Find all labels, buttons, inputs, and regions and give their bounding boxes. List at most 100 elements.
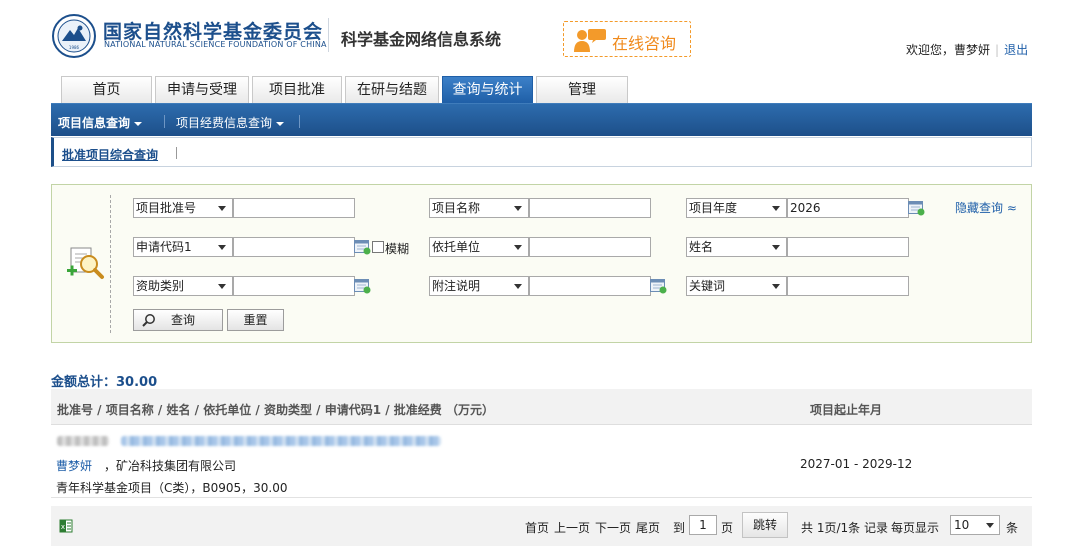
excel-export-icon[interactable]: x — [59, 519, 73, 533]
chevron-down-icon — [514, 245, 522, 250]
logout-link[interactable]: 退出 — [1004, 43, 1028, 57]
field-select-remark[interactable]: 附注说明 — [429, 276, 529, 296]
field-select-label: 姓名 — [689, 240, 714, 254]
chevron-down-icon — [134, 121, 143, 126]
magnifier-icon — [142, 314, 155, 327]
nav-divider — [299, 115, 300, 128]
remark-input[interactable] — [529, 276, 651, 296]
field-select-label: 附注说明 — [432, 279, 481, 293]
project-year-input[interactable]: 2026 — [787, 198, 909, 218]
chevron-down-icon — [514, 206, 522, 211]
table-row: 曹梦妍 ，矿冶科技集团有限公司 青年科学基金项目（C类），B0905，30.00… — [51, 426, 1032, 498]
person-name-link[interactable]: 曹梦妍 — [56, 457, 92, 474]
chevron-down-icon — [772, 284, 780, 289]
tab-approval[interactable]: 项目批准 — [252, 76, 342, 103]
nav-funding-info-query[interactable]: 项目经费信息查询 — [176, 114, 285, 131]
hide-query-toggle[interactable]: 隐藏查询 ≈ — [955, 199, 1017, 216]
tab-home[interactable]: 首页 — [61, 76, 152, 103]
redacted-project-name[interactable] — [121, 436, 441, 446]
page-unit-label: 页 — [721, 521, 734, 535]
first-page-link[interactable]: 首页 — [525, 519, 549, 536]
online-consult-button[interactable]: 在线咨询 — [563, 21, 691, 57]
chevron-down-icon — [772, 206, 780, 211]
search-button[interactable]: 查询 — [133, 309, 223, 331]
field-select-keyword[interactable]: 关键词 — [686, 276, 787, 296]
nav-divider — [164, 115, 165, 128]
per-page-value: 10 — [954, 518, 970, 532]
field-select-project-name[interactable]: 项目名称 — [429, 198, 529, 218]
fuzzy-checkbox[interactable] — [372, 241, 384, 253]
search-icon — [67, 247, 104, 279]
per-page-label: 每页显示 — [891, 521, 940, 535]
field-select-label: 项目批准号 — [136, 201, 197, 215]
welcome-separator: | — [995, 43, 1000, 57]
nsfc-logo: 1986 — [52, 14, 96, 58]
tab-application[interactable]: 申请与受理 — [155, 76, 249, 103]
sub-menu-bar: 批准项目综合查询 — [51, 137, 1032, 167]
page-root: 1986 国家自然科学基金委员会 NATIONAL NATURAL SCIENC… — [0, 0, 1068, 549]
apply-code-input[interactable] — [233, 237, 355, 257]
field-select-label: 资助类别 — [136, 279, 185, 293]
reset-button[interactable]: 重置 — [227, 309, 284, 331]
results-header-columns: 批准号 / 项目名称 / 姓名 / 依托单位 / 资助类型 / 申请代码1 / … — [57, 403, 494, 417]
fuzzy-label: 模糊 — [385, 242, 410, 256]
name-input[interactable] — [787, 237, 909, 257]
next-page-link[interactable]: 下一页 — [595, 519, 631, 536]
sub-menu-divider — [176, 147, 177, 159]
jump-button[interactable]: 跳转 — [742, 512, 788, 538]
results-header: 批准号 / 项目名称 / 姓名 / 依托单位 / 资助类型 / 申请代码1 / … — [51, 389, 1032, 425]
chevron-down-icon — [514, 284, 522, 289]
funding-type-input[interactable] — [233, 276, 355, 296]
field-select-label: 项目年度 — [689, 201, 738, 215]
institution-text: ，矿冶科技集团有限公司 — [104, 459, 237, 473]
nav-funding-info-label: 项目经费信息查询 — [176, 116, 273, 130]
field-select-funding-type[interactable]: 资助类别 — [133, 276, 233, 296]
tab-query-statistics[interactable]: 查询与统计 — [442, 76, 533, 103]
keyword-input[interactable] — [787, 276, 909, 296]
per-page-unit: 条 — [1006, 521, 1019, 535]
institution-input[interactable] — [529, 237, 651, 257]
page-summary: 共 1页/1条 记录 — [801, 521, 888, 535]
tab-manage[interactable]: 管理 — [536, 76, 628, 103]
calendar-icon[interactable] — [908, 200, 925, 216]
per-page-select[interactable]: 10 — [950, 515, 1000, 535]
goto-label: 到 — [673, 521, 686, 535]
query-panel-divider — [110, 195, 111, 333]
search-button-label: 查询 — [171, 313, 196, 327]
field-select-apply-code[interactable]: 申请代码1 — [133, 237, 233, 257]
nav-project-info-label: 项目信息查询 — [58, 116, 131, 130]
sub-navbar: 项目信息查询 项目经费信息查询 — [51, 103, 1032, 136]
lookup-icon[interactable] — [354, 278, 371, 294]
field-select-name[interactable]: 姓名 — [686, 237, 787, 257]
approved-project-query-link[interactable]: 批准项目综合查询 — [62, 146, 158, 163]
consult-icon — [574, 29, 606, 52]
funding-info-text: 青年科学基金项目（C类），B0905，30.00 — [56, 481, 288, 495]
last-page-link[interactable]: 尾页 — [636, 519, 660, 536]
chevron-down-icon — [772, 245, 780, 250]
prev-page-link[interactable]: 上一页 — [554, 519, 590, 536]
approval-no-input[interactable] — [233, 198, 355, 218]
tab-in-progress[interactable]: 在研与结题 — [345, 76, 439, 103]
field-select-project-year[interactable]: 项目年度 — [686, 198, 787, 218]
field-select-label: 关键词 — [689, 279, 726, 293]
chevron-down-icon — [276, 121, 285, 126]
field-select-label: 依托单位 — [432, 240, 481, 254]
welcome-area: 欢迎您，曹梦妍 | 退出 — [906, 41, 1028, 58]
header: 1986 国家自然科学基金委员会 NATIONAL NATURAL SCIENC… — [0, 0, 1068, 70]
lookup-icon[interactable] — [650, 278, 667, 294]
svg-text:x: x — [61, 523, 65, 531]
page-number-input[interactable]: 1 — [689, 515, 717, 535]
system-title: 科学基金网络信息系统 — [341, 30, 502, 49]
field-select-approval-no[interactable]: 项目批准号 — [133, 198, 233, 218]
org-name-english: NATIONAL NATURAL SCIENCE FOUNDATION OF C… — [104, 40, 327, 49]
consult-label: 在线咨询 — [612, 34, 677, 53]
header-divider — [328, 18, 329, 52]
project-period: 2027-01 - 2029-12 — [800, 457, 913, 471]
total-amount: 金额总计：30.00 — [51, 375, 158, 390]
project-name-input[interactable] — [529, 198, 651, 218]
field-select-label: 申请代码1 — [136, 240, 192, 254]
field-select-institution[interactable]: 依托单位 — [429, 237, 529, 257]
nav-project-info-query[interactable]: 项目信息查询 — [58, 114, 143, 131]
chevron-down-icon — [218, 206, 226, 211]
lookup-icon[interactable] — [354, 239, 371, 255]
